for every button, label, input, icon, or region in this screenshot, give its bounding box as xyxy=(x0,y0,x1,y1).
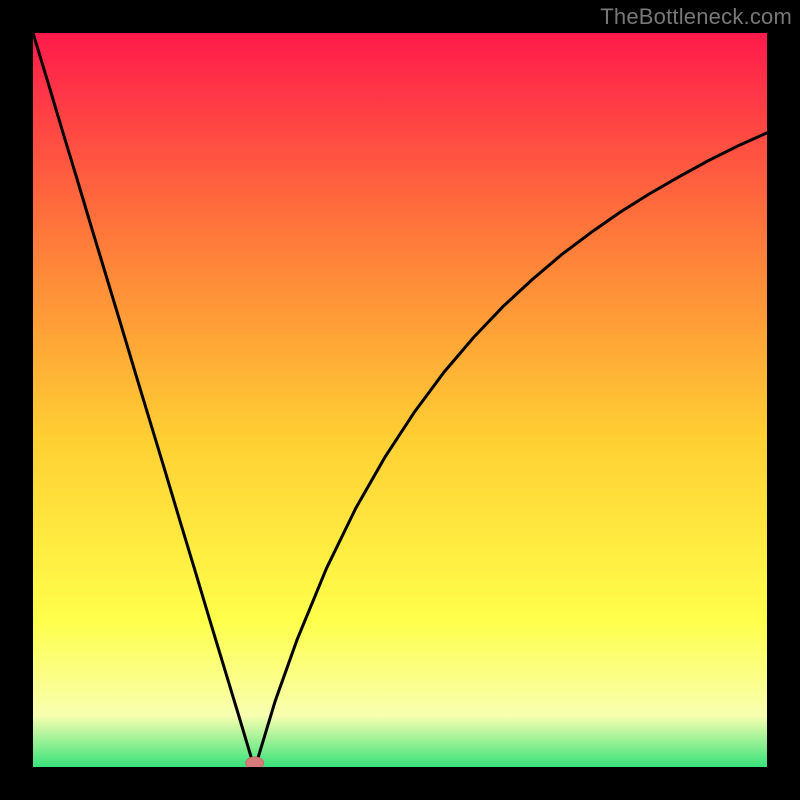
chart-svg xyxy=(33,33,767,767)
optimum-marker xyxy=(246,757,264,767)
watermark-text: TheBottleneck.com xyxy=(600,4,792,30)
chart-frame: TheBottleneck.com xyxy=(0,0,800,800)
plot-area xyxy=(33,33,767,767)
